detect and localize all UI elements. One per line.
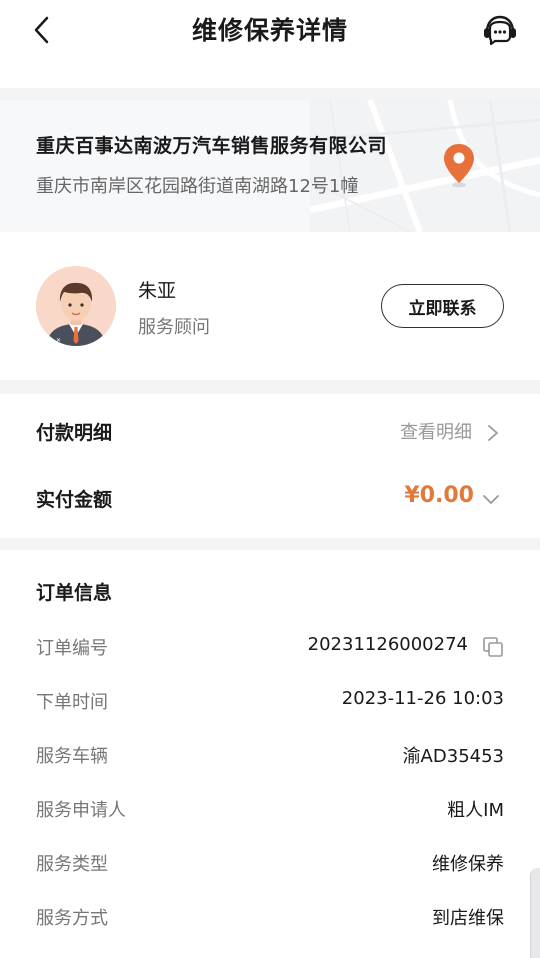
order-info-title: 订单信息 [36,582,113,604]
svg-text:✕: ✕ [56,337,61,344]
paid-amount-value: ¥0.00 [404,483,474,508]
service-applicant-row: 服务申请人 粗人IM [0,788,540,828]
service-type-value: 维修保养 [432,854,504,875]
order-number-label: 订单编号 [36,638,108,659]
order-time-value: 2023-11-26 10:03 [341,688,504,709]
order-info-section: 订单信息 订单编号 20231126000274 下单时间 2023-11-26… [0,550,540,958]
order-number-value: 20231126000274 [307,634,468,655]
top-bar: 维修保养详情 [0,0,540,88]
map-thumbnail [310,100,540,232]
advisor-portrait: ✕ [36,266,116,346]
location-pin-icon[interactable] [440,142,478,188]
service-method-value: 到店维保 [432,908,504,929]
customer-service-button[interactable] [480,10,520,50]
dealer-card[interactable]: 重庆百事达南波万汽车销售服务有限公司 重庆市南岸区花园路街道南湖路12号1幢 [0,100,540,232]
paid-amount-row[interactable]: 实付金额 ¥0.00 [0,471,540,527]
avatar: ✕ [36,266,116,346]
service-type-row: 服务类型 维修保养 [0,842,540,882]
customer-service-icon [484,15,516,46]
chevron-right-icon [488,425,498,441]
copy-icon[interactable] [482,636,504,658]
service-vehicle-label: 服务车辆 [36,746,108,767]
service-method-label: 服务方式 [36,908,108,929]
service-vehicle-value: 渝AD35453 [402,746,504,767]
paid-amount-label: 实付金额 [36,489,113,511]
order-number-row: 订单编号 20231126000274 [0,626,540,666]
page-title: 维修保养详情 [191,16,348,45]
advisor-name: 朱亚 [138,280,177,302]
advisor-role: 服务顾问 [138,317,210,338]
service-type-label: 服务类型 [36,854,108,875]
dealer-name: 重庆百事达南波万汽车销售服务有限公司 [36,135,388,157]
service-applicant-label: 服务申请人 [36,800,126,821]
payment-detail-row[interactable]: 付款明细 查看明细 [0,404,540,460]
order-time-row: 下单时间 2023-11-26 10:03 [0,680,540,720]
view-detail-link[interactable]: 查看明细 [400,418,472,444]
advisor-card: ✕ 朱亚 服务顾问 立即联系 [0,232,540,380]
payment-section: 付款明细 查看明细 实付金额 ¥0.00 [0,394,540,538]
service-applicant-value: 粗人IM [447,800,504,821]
side-drawer-handle[interactable] [530,868,540,958]
service-method-row: 服务方式 到店维保 [0,896,540,936]
service-vehicle-row: 服务车辆 渝AD35453 [0,734,540,774]
contact-now-button[interactable]: 立即联系 [381,284,504,328]
order-time-label: 下单时间 [36,692,108,713]
dealer-address: 重庆市南岸区花园路街道南湖路12号1幢 [36,176,359,197]
payment-detail-label: 付款明细 [36,422,113,444]
chevron-down-icon[interactable] [482,493,500,507]
